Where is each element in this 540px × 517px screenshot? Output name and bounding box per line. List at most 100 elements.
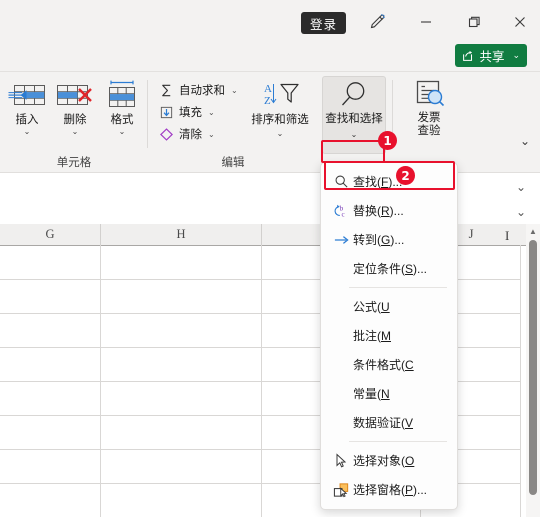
excel-window: 登录 共享 ⌄ 插入 ⌄ 删除 ⌄ 格式 ⌄ 单元格 自动求和 ⌄ 填充 ⌄ 清…	[0, 0, 540, 517]
minimize-icon[interactable]	[411, 9, 441, 35]
restore-icon[interactable]	[459, 9, 489, 35]
autosum-label: 自动求和	[179, 85, 225, 97]
menu-item-comments[interactable]: 批注(M	[321, 321, 457, 350]
selection-pane-icon	[329, 480, 353, 500]
menu-item-goto-special-label: 定位条件(S)...	[353, 262, 428, 276]
delete-cells-label: 删除	[63, 114, 87, 126]
name-box-caret-icon[interactable]: ⌄	[516, 180, 526, 194]
insert-cells-icon	[6, 77, 48, 111]
menu-separator	[349, 287, 447, 288]
ribbon-button-clear[interactable]: 清除 ⌄	[157, 122, 215, 146]
no-icon	[329, 384, 353, 404]
share-label: 共享	[479, 50, 505, 64]
no-icon	[329, 297, 353, 317]
ribbon-group-cells: 插入 ⌄ 删除 ⌄ 格式 ⌄ 单元格	[0, 72, 148, 173]
invoice-verify-label-line2: 查验	[417, 125, 441, 137]
menu-item-replace-label: 替换(R)...	[353, 204, 404, 218]
annotation-highlight-find-menu-item	[324, 161, 455, 190]
share-caret-icon[interactable]: ⌄	[512, 50, 520, 61]
format-cells-icon	[101, 77, 143, 111]
sort-filter-caret-icon[interactable]: ⌄	[277, 129, 284, 138]
autosum-caret-icon[interactable]: ⌄	[231, 86, 238, 95]
menu-item-goto-label: 转到(G)...	[353, 233, 405, 247]
column-header-G[interactable]: G	[0, 224, 101, 245]
ribbon-collapse-caret-icon[interactable]: ⌄	[520, 134, 530, 148]
menu-item-comments-label: 批注(M	[353, 329, 391, 343]
select-object-cursor-icon	[329, 451, 353, 471]
menu-item-formulas[interactable]: 公式(U	[321, 292, 457, 321]
delete-cells-caret-icon[interactable]: ⌄	[72, 127, 79, 136]
no-icon	[329, 259, 353, 279]
close-icon[interactable]	[505, 9, 535, 35]
ribbon-button-sort-filter[interactable]: A Z 排序和筛选 ⌄	[248, 77, 312, 138]
sign-in-button[interactable]: 登录	[301, 12, 347, 34]
formula-bar-expand-icon[interactable]: ⌄	[516, 205, 526, 219]
find-select-caret-icon[interactable]: ⌄	[351, 130, 358, 139]
fill-label: 填充	[179, 107, 202, 119]
ribbon-group-editing: 自动求和 ⌄ 填充 ⌄ 清除 ⌄ A Z 排序和筛选 ⌄ 编辑	[152, 72, 314, 173]
no-icon	[329, 413, 353, 433]
menu-item-select-objects-label: 选择对象(O	[353, 454, 415, 468]
replace-bc-icon: b c	[329, 201, 353, 221]
menu-item-formulas-label: 公式(U	[353, 300, 390, 314]
vertical-scrollbar[interactable]: ▲	[526, 224, 540, 517]
annotation-badge-2: 2	[396, 166, 415, 185]
insert-cells-caret-icon[interactable]: ⌄	[24, 127, 31, 136]
no-icon	[329, 326, 353, 346]
menu-item-selection-pane[interactable]: 选择窗格(P)...	[321, 475, 457, 504]
share-icon	[463, 50, 473, 61]
text-cursor-ibeam: I	[505, 228, 510, 243]
menu-item-conditional-formatting-label: 条件格式(C	[353, 358, 414, 372]
name-box-row[interactable]: ⌄	[0, 172, 540, 202]
find-select-dropdown-menu[interactable]: 查找(F)... b c 替换(R)... 转到(G)... 定位条件(S)..…	[320, 162, 458, 510]
fill-caret-icon[interactable]: ⌄	[208, 108, 215, 117]
sort-filter-icon: A Z	[258, 77, 302, 111]
no-icon	[329, 355, 353, 375]
worksheet-grid[interactable]: G H I J	[0, 224, 540, 517]
magnifier-icon	[337, 77, 371, 113]
menu-item-goto-special[interactable]: 定位条件(S)...	[321, 254, 457, 283]
ribbon-button-fill[interactable]: 填充 ⌄	[157, 100, 215, 124]
svg-text:c: c	[342, 210, 345, 218]
menu-item-conditional-formatting[interactable]: 条件格式(C	[321, 350, 457, 379]
ribbon: 插入 ⌄ 删除 ⌄ 格式 ⌄ 单元格 自动求和 ⌄ 填充 ⌄ 清除 ⌄ A Z …	[0, 71, 540, 173]
formula-bar[interactable]: ⌄	[0, 200, 540, 225]
delete-cells-icon	[54, 77, 96, 111]
ribbon-button-insert-cells[interactable]: 插入 ⌄	[4, 77, 50, 136]
pen-draw-icon[interactable]	[362, 9, 392, 35]
annotation-highlight-find-select-caret	[321, 140, 385, 163]
annotation-badge-1: 1	[378, 131, 397, 150]
column-header-H[interactable]: H	[101, 224, 262, 245]
menu-item-select-objects[interactable]: 选择对象(O	[321, 446, 457, 475]
format-cells-label: 格式	[110, 114, 134, 126]
svg-text:Z: Z	[264, 95, 271, 107]
autosum-sigma-icon	[157, 83, 175, 98]
menu-item-constants[interactable]: 常量(N	[321, 379, 457, 408]
invoice-verify-label-line1: 发票	[417, 112, 441, 124]
menu-item-data-validation[interactable]: 数据验证(V	[321, 408, 457, 437]
svg-text:A: A	[264, 83, 272, 95]
clear-caret-icon[interactable]: ⌄	[208, 130, 215, 139]
ribbon-button-autosum[interactable]: 自动求和 ⌄	[157, 78, 238, 102]
menu-item-selection-pane-label: 选择窗格(P)...	[353, 483, 428, 497]
ribbon-button-format-cells[interactable]: 格式 ⌄	[99, 77, 145, 136]
clear-eraser-icon	[157, 127, 175, 142]
menu-item-constants-label: 常量(N	[353, 387, 390, 401]
format-cells-caret-icon[interactable]: ⌄	[119, 127, 126, 136]
ribbon-group-label-editing: 编辑	[221, 157, 245, 169]
clear-label: 清除	[179, 129, 202, 141]
insert-cells-label: 插入	[15, 114, 39, 126]
scrollbar-thumb[interactable]	[529, 240, 537, 495]
ribbon-button-delete-cells[interactable]: 删除 ⌄	[52, 77, 98, 136]
share-button[interactable]: 共享 ⌄	[455, 44, 527, 67]
title-bar: 登录	[0, 0, 540, 38]
menu-separator	[349, 441, 447, 442]
ribbon-divider-1	[147, 80, 148, 148]
scroll-up-arrow-icon[interactable]: ▲	[526, 224, 540, 238]
ribbon-button-invoice-verify[interactable]: 发票 查验	[398, 76, 460, 138]
sign-in-label: 登录	[310, 17, 338, 32]
grid-cells[interactable]	[0, 245, 540, 517]
menu-item-replace[interactable]: b c 替换(R)...	[321, 196, 457, 225]
goto-arrow-icon	[329, 230, 353, 250]
menu-item-goto[interactable]: 转到(G)...	[321, 225, 457, 254]
